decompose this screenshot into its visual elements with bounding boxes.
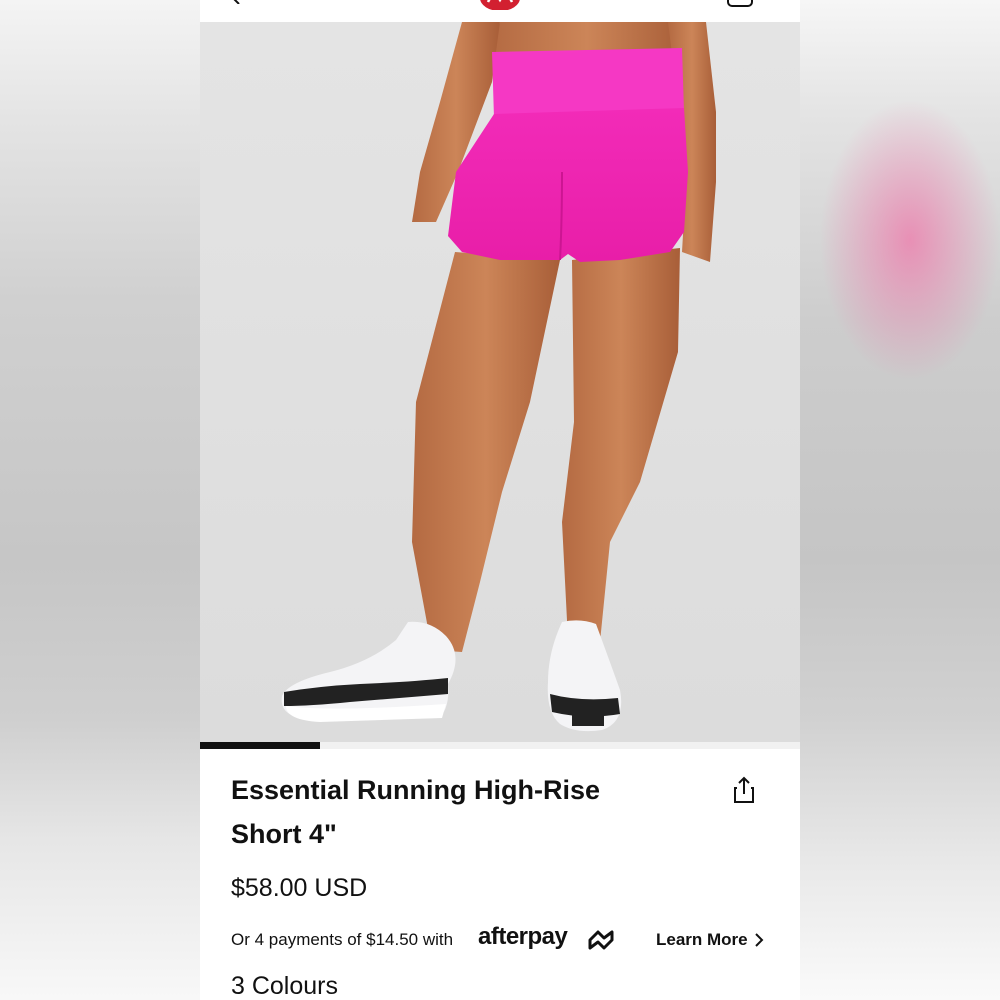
gallery-progress-indicator bbox=[200, 742, 320, 749]
brand-logo[interactable] bbox=[480, 0, 520, 10]
learn-more-link[interactable]: Learn More bbox=[656, 930, 764, 950]
installments-text: Or 4 payments of $14.50 with bbox=[231, 930, 454, 949]
top-navigation-bar bbox=[200, 0, 800, 23]
chevron-right-icon bbox=[754, 933, 764, 947]
learn-more-label: Learn More bbox=[656, 930, 748, 949]
shopping-bag-icon[interactable] bbox=[726, 0, 754, 8]
chevron-left-icon[interactable] bbox=[230, 0, 242, 4]
product-title: Essential Running High-Rise Short 4" bbox=[231, 768, 651, 856]
product-title-line-1: Essential Running High-Rise bbox=[231, 775, 601, 805]
product-image[interactable] bbox=[200, 22, 800, 742]
share-icon[interactable] bbox=[732, 776, 756, 804]
product-page: Essential Running High-Rise Short 4" $58… bbox=[200, 0, 800, 1000]
afterpay-mark-icon bbox=[588, 930, 614, 950]
gallery-progress-track bbox=[200, 742, 800, 749]
colour-count[interactable]: 3 Colours bbox=[231, 972, 338, 1000]
afterpay-logo: afterpay bbox=[478, 923, 568, 950]
product-title-line-2: Short 4" bbox=[231, 819, 337, 849]
blurred-background-left bbox=[0, 0, 200, 1000]
blurred-background-right bbox=[800, 0, 1000, 1000]
product-price: $58.00 USD bbox=[231, 874, 368, 902]
